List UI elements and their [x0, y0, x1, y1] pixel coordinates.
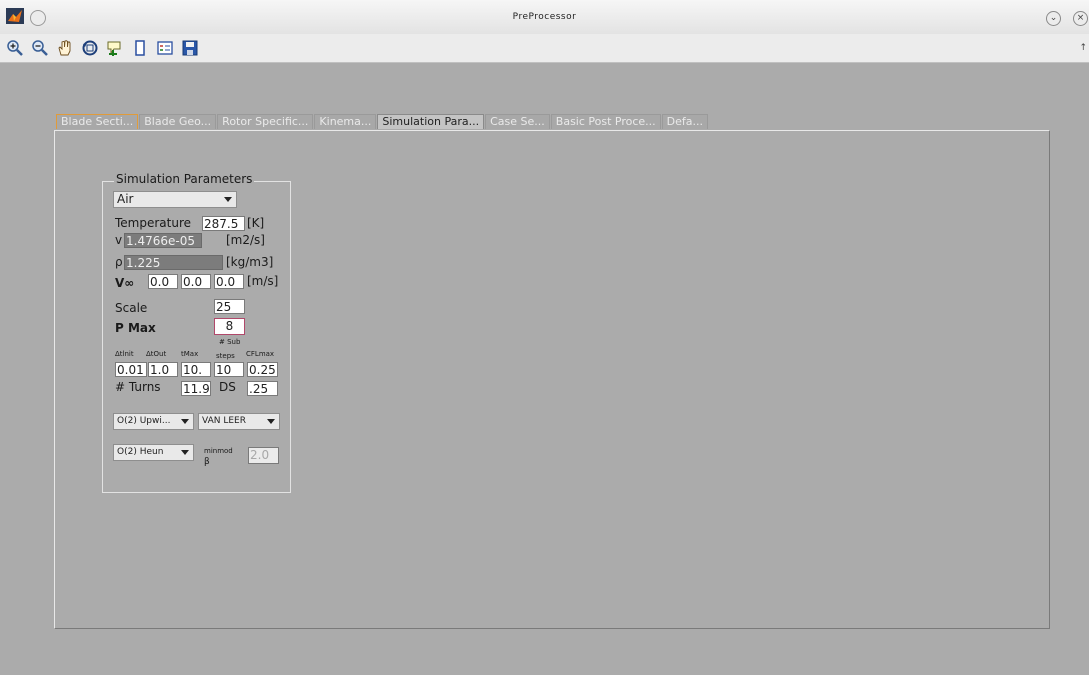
substeps-field[interactable]: 10 [214, 362, 244, 377]
beta-field: 2.0 [248, 447, 279, 464]
vinf-unit: [m/s] [247, 274, 279, 288]
chevron-down-icon [181, 450, 189, 455]
time-scheme-dropdown[interactable]: O(2) Heun [113, 444, 194, 461]
fluid-dropdown-value: Air [117, 192, 134, 206]
tmax-field[interactable]: 10. [181, 362, 211, 377]
tmax-label: tMax [181, 350, 199, 358]
spatial-scheme-value: O(2) Upwi... [117, 416, 171, 426]
nu-unit: [m2/s] [226, 233, 265, 247]
chevron-down-icon [224, 197, 232, 202]
dtinit-label: Δtlnit [115, 350, 134, 358]
rho-unit: [kg/m3] [226, 255, 274, 269]
beta-label: β [204, 457, 210, 467]
pmax-field[interactable]: 8 [214, 318, 245, 335]
tab-strip: Blade Secti... Blade Geo... Rotor Specif… [56, 114, 709, 130]
density-field: 1.225 [124, 255, 223, 270]
dtout-field[interactable]: 1.0 [148, 362, 178, 377]
vinf-label: V∞ [115, 276, 135, 290]
tab-case-settings[interactable]: Case Se... [485, 114, 550, 129]
vinf-y-field[interactable]: 0.0 [181, 274, 211, 289]
window-title: PreProcessor [512, 12, 577, 22]
limiter-dropdown[interactable]: VAN LEER [198, 413, 280, 430]
tab-blade-section[interactable]: Blade Secti... [56, 114, 139, 129]
title-bar: PreProcessor ⌄ × [0, 0, 1089, 35]
tab-blade-geometry[interactable]: Blade Geo... [139, 114, 217, 129]
tab-kinematics[interactable]: Kinema... [314, 114, 377, 129]
temperature-unit: [K] [247, 216, 265, 230]
insert-legend-icon[interactable] [154, 37, 176, 59]
cflmax-field[interactable]: 0.25 [247, 362, 278, 377]
vinf-z-field[interactable]: 0.0 [214, 274, 244, 289]
temperature-field[interactable]: 287.5 [202, 216, 245, 231]
tab-rotor-specifications[interactable]: Rotor Specific... [217, 114, 314, 129]
vinf-x-field[interactable]: 0.0 [148, 274, 178, 289]
group-title: Simulation Parameters [114, 172, 255, 186]
close-icon[interactable]: × [1073, 11, 1088, 26]
chevron-down-icon [181, 419, 189, 424]
tab-basic-post-processing[interactable]: Basic Post Proce... [550, 114, 661, 129]
scale-field[interactable]: 25 [214, 299, 245, 314]
zoom-in-icon[interactable] [4, 37, 26, 59]
dtinit-field[interactable]: 0.01 [115, 362, 147, 377]
substeps-label-line2: steps [216, 352, 235, 360]
tab-simulation-parameters[interactable]: Simulation Para... [377, 114, 485, 129]
insert-colorbar-icon[interactable] [129, 37, 151, 59]
kinematic-viscosity-field: 1.4766e-05 [124, 233, 202, 248]
fluid-dropdown[interactable]: Air [113, 191, 237, 208]
chevron-down-icon[interactable]: ⌄ [1046, 11, 1061, 26]
minmod-label: minmod [204, 447, 233, 455]
zoom-out-icon[interactable] [29, 37, 51, 59]
turns-field[interactable]: 11.9 [181, 381, 211, 396]
data-cursor-icon[interactable] [104, 37, 126, 59]
chevron-down-icon [267, 419, 275, 424]
rho-label: ρ [115, 255, 123, 269]
nu-label: v [115, 233, 123, 247]
scale-label: Scale [115, 301, 148, 315]
figure-toolbar: ↑ [0, 34, 1089, 63]
toolbar-overflow-arrow-icon[interactable]: ↑ [1079, 43, 1087, 53]
cflmax-label: CFLmax [246, 350, 275, 358]
pan-hand-icon[interactable] [54, 37, 76, 59]
time-scheme-value: O(2) Heun [117, 447, 164, 457]
pmax-label: P Max [115, 321, 156, 335]
ds-label: DS [219, 380, 236, 394]
temperature-label: Temperature [115, 216, 192, 230]
turns-label: # Turns [115, 380, 161, 394]
ds-field[interactable]: .25 [247, 381, 278, 396]
save-icon[interactable] [179, 37, 201, 59]
limiter-value: VAN LEER [202, 416, 246, 426]
tab-defaults[interactable]: Defa... [661, 114, 709, 129]
substeps-label-line1: # Sub [219, 338, 241, 346]
rotate-3d-icon[interactable] [79, 37, 101, 59]
spatial-scheme-dropdown[interactable]: O(2) Upwi... [113, 413, 194, 430]
dtout-label: ΔtOut [146, 350, 167, 358]
